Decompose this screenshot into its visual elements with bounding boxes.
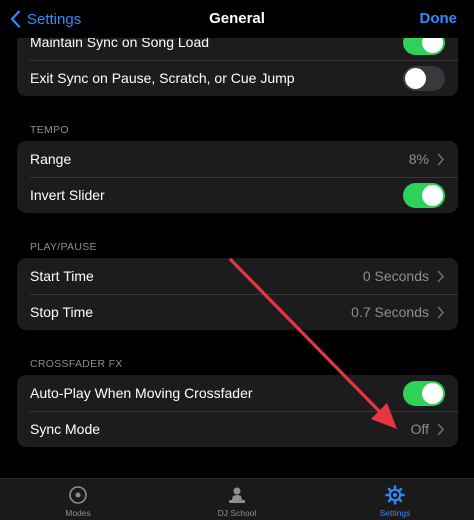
toggle-knob: [422, 184, 443, 206]
tab-dj-school-label: DJ School: [217, 508, 257, 518]
range-label: Range: [30, 151, 72, 167]
exit-sync-toggle[interactable]: [403, 65, 445, 91]
chevron-right-icon: [437, 270, 445, 282]
done-button[interactable]: Done: [420, 10, 458, 27]
tab-dj-school[interactable]: DJ School: [192, 485, 282, 518]
chevron-right-icon: [437, 306, 445, 318]
dj-icon: [229, 487, 245, 503]
row-start-time[interactable]: Start Time 0 Seconds: [17, 258, 458, 294]
gear-icon: [385, 485, 405, 505]
navigation-bar: Settings General Done: [0, 0, 474, 38]
row-auto-play: Auto-Play When Moving Crossfader: [17, 375, 458, 411]
sync-mode-value: Off: [410, 421, 429, 437]
play-pause-group: Start Time 0 Seconds Stop Time 0.7 Secon…: [17, 258, 458, 330]
stop-time-value: 0.7 Seconds: [351, 304, 429, 320]
tab-bar: Modes DJ School Settings: [0, 478, 474, 520]
row-stop-time[interactable]: Stop Time 0.7 Seconds: [17, 294, 458, 330]
tempo-header: TEMPO: [30, 124, 69, 136]
start-time-value: 0 Seconds: [362, 268, 429, 284]
toggle-knob: [405, 67, 426, 89]
auto-play-toggle[interactable]: [403, 380, 445, 406]
crossfader-fx-header: CROSSFADER FX: [30, 358, 123, 370]
tab-modes-label: Modes: [65, 508, 91, 518]
settings-content: Maintain Sync on Song Load Exit Sync on …: [0, 0, 474, 478]
tempo-group: Range 8% Invert Slider: [17, 141, 458, 213]
play-pause-header: PLAY/PAUSE: [30, 241, 97, 253]
tab-modes[interactable]: Modes: [33, 485, 123, 518]
start-time-label: Start Time: [30, 268, 94, 284]
tab-settings[interactable]: Settings: [350, 485, 440, 518]
range-value: 8%: [408, 151, 429, 167]
row-invert-slider: Invert Slider: [17, 177, 458, 213]
page-title: General: [209, 10, 265, 27]
chevron-right-icon: [437, 423, 445, 435]
sync-mode-label: Sync Mode: [30, 421, 101, 437]
invert-slider-toggle[interactable]: [403, 182, 445, 208]
row-sync-mode[interactable]: Sync Mode Off: [17, 411, 458, 447]
tab-settings-label: Settings: [379, 508, 411, 518]
row-range[interactable]: Range 8%: [17, 141, 458, 177]
toggle-knob: [422, 382, 443, 404]
crossfader-fx-group: Auto-Play When Moving Crossfader Sync Mo…: [17, 375, 458, 447]
stop-time-label: Stop Time: [30, 304, 94, 320]
disc-icon: [69, 486, 87, 504]
exit-sync-label: Exit Sync on Pause, Scratch, or Cue Jump: [30, 70, 295, 86]
row-exit-sync: Exit Sync on Pause, Scratch, or Cue Jump: [17, 60, 458, 96]
invert-slider-label: Invert Slider: [30, 187, 105, 203]
chevron-right-icon: [437, 153, 445, 165]
auto-play-label: Auto-Play When Moving Crossfader: [30, 385, 253, 401]
